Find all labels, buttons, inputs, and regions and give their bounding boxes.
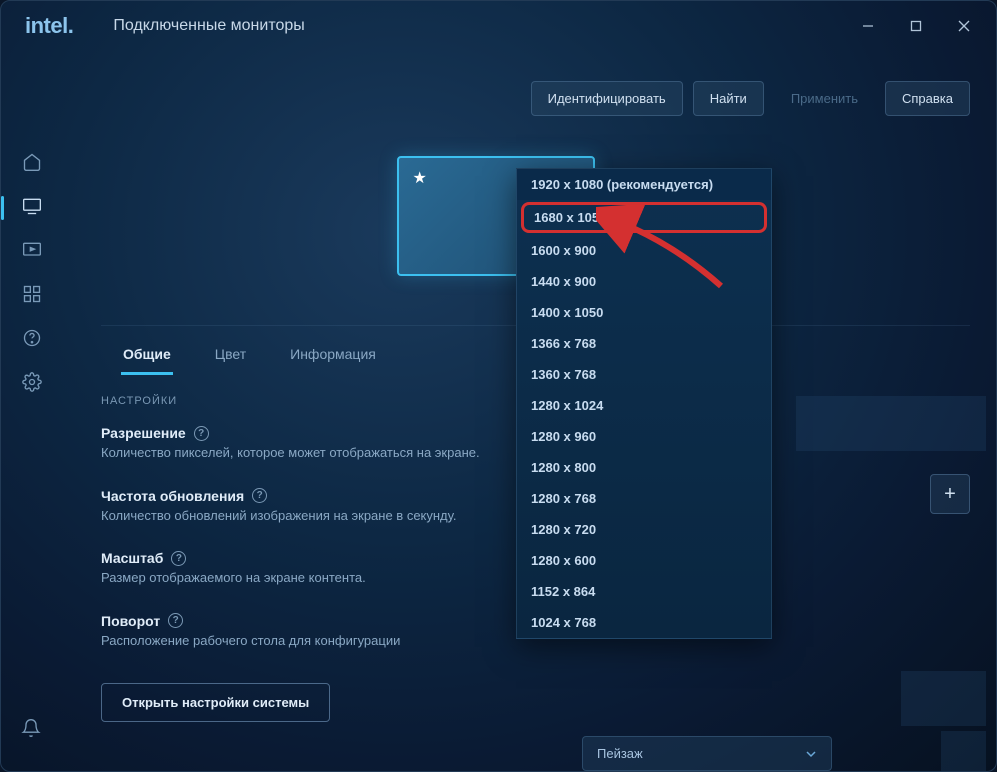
resolution-option[interactable]: 1680 x 1050 bbox=[521, 202, 767, 233]
resolution-title: Разрешение bbox=[101, 425, 186, 441]
resolution-option[interactable]: 1280 x 768 bbox=[517, 483, 771, 514]
resolution-option[interactable]: 1280 x 600 bbox=[517, 545, 771, 576]
setting-rotation: Поворот ? Расположение рабочего стола дл… bbox=[101, 613, 481, 650]
sidebar-home[interactable] bbox=[21, 151, 43, 173]
setting-scale: Масштаб ? Размер отображаемого на экране… bbox=[101, 550, 481, 587]
open-system-settings-button[interactable]: Открыть настройки системы bbox=[101, 683, 330, 722]
setting-resolution: Разрешение ? Количество пикселей, которо… bbox=[101, 425, 481, 462]
rotation-title: Поворот bbox=[101, 613, 160, 629]
resolution-option[interactable]: 1366 x 768 bbox=[517, 328, 771, 359]
resolution-option[interactable]: 1360 x 768 bbox=[517, 359, 771, 390]
sidebar-help[interactable] bbox=[21, 327, 43, 349]
setting-refresh: Частота обновления ? Количество обновлен… bbox=[101, 488, 481, 525]
resolution-desc: Количество пикселей, которое может отобр… bbox=[101, 444, 481, 462]
resolution-option[interactable]: 1920 x 1080 (рекомендуется) bbox=[517, 169, 771, 200]
help-icon[interactable]: ? bbox=[168, 613, 183, 628]
resolution-option[interactable]: 1280 x 1024 bbox=[517, 390, 771, 421]
scale-title: Масштаб bbox=[101, 550, 163, 566]
tab-general[interactable]: Общие bbox=[121, 336, 173, 375]
add-preset-button[interactable]: + bbox=[930, 474, 970, 514]
sidebar-apps[interactable] bbox=[21, 283, 43, 305]
help-button[interactable]: Справка bbox=[885, 81, 970, 116]
orientation-value: Пейзаж bbox=[597, 746, 643, 761]
refresh-desc: Количество обновлений изображения на экр… bbox=[101, 507, 481, 525]
help-icon[interactable]: ? bbox=[171, 551, 186, 566]
minimize-button[interactable] bbox=[844, 7, 892, 45]
resolution-option[interactable]: 1280 x 800 bbox=[517, 452, 771, 483]
maximize-button[interactable] bbox=[892, 7, 940, 45]
resolution-option[interactable]: 1024 x 768 bbox=[517, 607, 771, 638]
chevron-down-icon bbox=[805, 748, 817, 760]
sidebar-settings[interactable] bbox=[21, 371, 43, 393]
resolution-option[interactable]: 1440 x 900 bbox=[517, 266, 771, 297]
scale-desc: Размер отображаемого на экране контента. bbox=[101, 569, 481, 587]
help-icon[interactable]: ? bbox=[252, 488, 267, 503]
rotation-desc: Расположение рабочего стола для конфигур… bbox=[101, 632, 481, 650]
resolution-option[interactable]: 1152 x 864 bbox=[517, 576, 771, 607]
resolution-option[interactable]: 1400 x 1050 bbox=[517, 297, 771, 328]
orientation-select[interactable]: Пейзаж bbox=[582, 736, 832, 771]
resolution-option[interactable]: 1600 x 900 bbox=[517, 235, 771, 266]
tab-info[interactable]: Информация bbox=[288, 336, 378, 375]
page-title: Подключенные мониторы bbox=[113, 17, 304, 35]
close-button[interactable] bbox=[940, 7, 988, 45]
resolution-dropdown[interactable]: 1920 x 1080 (рекомендуется) 1680 x 1050 … bbox=[516, 168, 772, 639]
intel-logo: intel bbox=[25, 13, 73, 39]
identify-button[interactable]: Идентифицировать bbox=[531, 81, 683, 116]
resolution-option[interactable]: 1280 x 720 bbox=[517, 514, 771, 545]
resolution-option[interactable]: 1280 x 960 bbox=[517, 421, 771, 452]
primary-star-icon: ★ bbox=[413, 168, 427, 188]
sidebar-notifications[interactable] bbox=[21, 718, 41, 743]
find-button[interactable]: Найти bbox=[693, 81, 764, 116]
tab-color[interactable]: Цвет bbox=[213, 336, 248, 375]
sidebar-display[interactable] bbox=[21, 195, 43, 217]
apply-button: Применить bbox=[774, 81, 875, 116]
help-icon[interactable]: ? bbox=[194, 426, 209, 441]
refresh-title: Частота обновления bbox=[101, 488, 244, 504]
sidebar-video[interactable] bbox=[21, 239, 43, 261]
